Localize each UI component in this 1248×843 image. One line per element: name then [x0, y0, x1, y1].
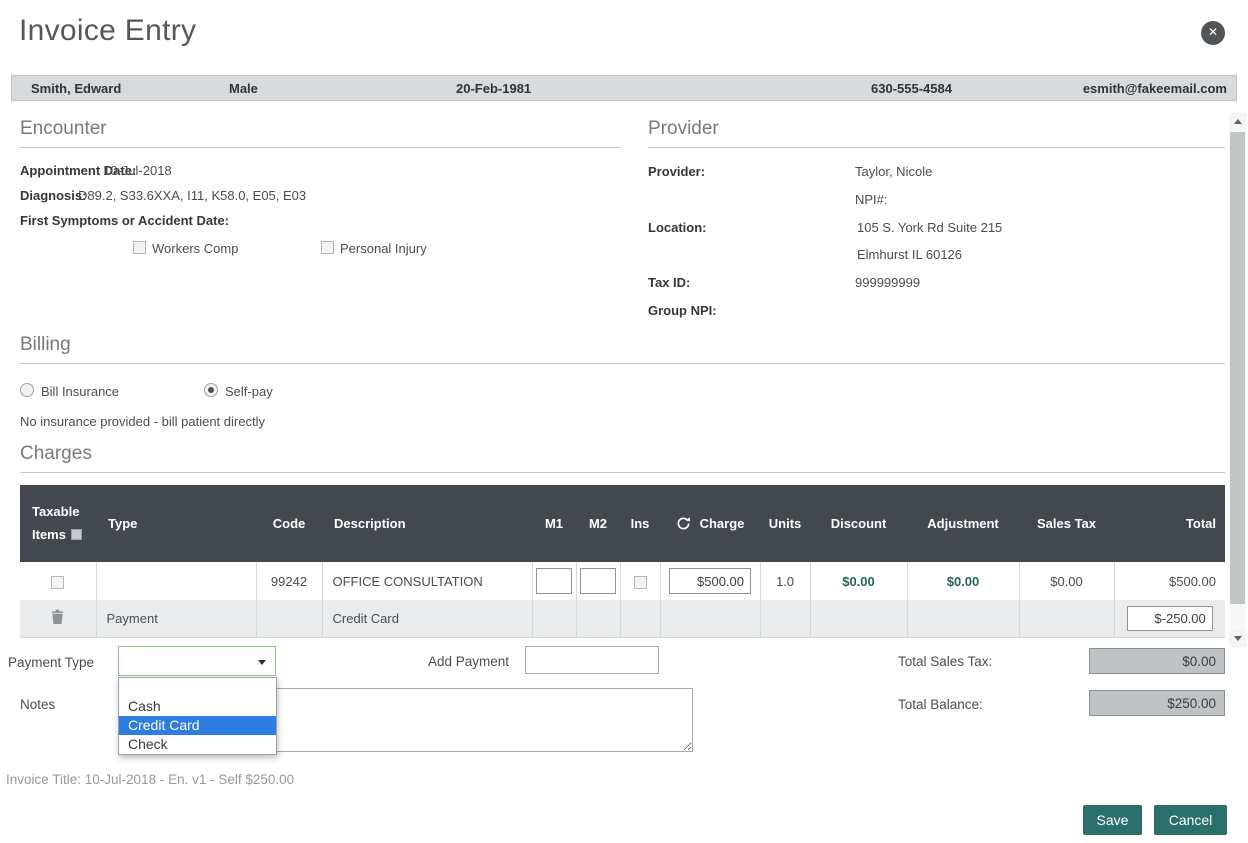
discount-link[interactable]: $0.00 [842, 574, 875, 589]
first-symptoms-label: First Symptoms or Accident Date: [20, 213, 229, 228]
col-charge: Charge [700, 516, 745, 531]
col-ins: Ins [620, 485, 660, 562]
workers-comp-checkbox[interactable] [133, 241, 146, 254]
patient-name: Smith, Edward [31, 81, 121, 96]
select-caret-icon [258, 660, 266, 665]
payment-total-input[interactable] [1127, 606, 1213, 631]
payment-type-cell: Payment [96, 600, 256, 637]
delete-payment-trash-icon[interactable] [51, 609, 64, 625]
self-pay-label: Self-pay [225, 384, 273, 399]
self-pay-radio[interactable] [204, 383, 218, 397]
personal-injury-label: Personal Injury [340, 241, 427, 256]
tax-id-label: Tax ID: [648, 275, 690, 290]
ins-checkbox[interactable] [634, 576, 647, 589]
charge-amount-input[interactable] [669, 568, 751, 594]
total-balance-label: Total Balance: [898, 697, 983, 712]
workers-comp-label: Workers Comp [152, 241, 238, 256]
provider-npi-label: NPI#: [855, 192, 888, 207]
col-m2: M2 [576, 485, 620, 562]
dropdown-option-credit-card[interactable]: Credit Card [119, 716, 276, 735]
personal-injury-checkbox[interactable] [321, 241, 334, 254]
charge-code-cell: 99242 [256, 562, 322, 600]
page-title: Invoice Entry [19, 14, 196, 48]
bill-insurance-label: Bill Insurance [41, 384, 119, 399]
charge-type-cell [96, 562, 256, 600]
diagnosis-label: Diagnosis: [20, 188, 86, 203]
col-type: Type [96, 485, 256, 562]
vertical-scrollbar[interactable] [1229, 113, 1246, 647]
total-sales-tax-field [1089, 648, 1225, 674]
cancel-button[interactable]: Cancel [1154, 805, 1227, 835]
payment-type-select[interactable] [118, 646, 276, 676]
charges-table: Taxable Items Type Code Description M1 M… [20, 485, 1225, 638]
scrollbar-thumb[interactable] [1230, 132, 1245, 604]
col-m1: M1 [532, 485, 576, 562]
close-button[interactable]: ✕ [1201, 21, 1225, 45]
scroll-down-button[interactable] [1229, 630, 1246, 647]
charges-header-row: Taxable Items Type Code Description M1 M… [20, 485, 1225, 562]
m2-input[interactable] [580, 568, 616, 594]
adjustment-link[interactable]: $0.00 [947, 574, 980, 589]
add-payment-label: Add Payment [428, 654, 509, 669]
dropdown-option-check[interactable]: Check [119, 735, 276, 754]
group-npi-label: Group NPI: [648, 303, 717, 318]
total-balance-field [1089, 690, 1225, 716]
payment-description-cell: Credit Card [322, 600, 532, 637]
patient-summary-bar: Smith, Edward Male 20-Feb-1981 630-555-4… [11, 75, 1237, 101]
total-sales-tax-label: Total Sales Tax: [898, 654, 992, 669]
payment-code-cell [256, 600, 322, 637]
tax-id-value: 999999999 [855, 275, 920, 290]
payment-type-label: Payment Type [8, 655, 94, 670]
provider-name: Taylor, Nicole [855, 164, 932, 179]
total-cell: $500.00 [1114, 562, 1225, 600]
charge-description-cell: OFFICE CONSULTATION [322, 562, 532, 600]
invoice-entry-modal: Invoice Entry ✕ Smith, Edward Male 20-Fe… [0, 0, 1248, 843]
charges-heading: Charges [20, 443, 1225, 473]
m1-input[interactable] [536, 568, 572, 594]
billing-heading: Billing [20, 334, 1225, 364]
encounter-heading: Encounter [20, 118, 620, 148]
col-sales-tax: Sales Tax [1019, 485, 1114, 562]
notes-label: Notes [20, 697, 55, 712]
appointment-date-value: 10-Jul-2018 [103, 163, 172, 178]
patient-phone: 630-555-4584 [871, 81, 952, 96]
payment-type-dropdown: Cash Credit Card Check [118, 677, 277, 755]
col-adjustment: Adjustment [907, 485, 1019, 562]
invoice-title-text: Invoice Title: 10-Jul-2018 - En. v1 - Se… [6, 772, 294, 787]
charge-row: 99242 OFFICE CONSULTATION 1.0 $0.00 $0.0… [20, 562, 1225, 600]
save-button[interactable]: Save [1083, 805, 1142, 835]
add-payment-input[interactable] [525, 646, 659, 674]
provider-heading: Provider [648, 118, 1225, 148]
provider-label: Provider: [648, 164, 705, 179]
taxable-items-select-all-checkbox[interactable] [71, 529, 82, 540]
col-discount: Discount [810, 485, 907, 562]
col-total: Total [1114, 485, 1225, 562]
col-code: Code [256, 485, 322, 562]
sales-tax-cell: $0.00 [1019, 562, 1114, 600]
close-icon: ✕ [1208, 25, 1218, 39]
scroll-down-icon [1234, 636, 1242, 641]
bill-insurance-radio[interactable] [20, 383, 34, 397]
refresh-icon[interactable] [676, 516, 691, 531]
col-description: Description [322, 485, 532, 562]
scroll-up-icon [1234, 119, 1242, 124]
billing-note: No insurance provided - bill patient dir… [20, 414, 265, 429]
location-line1: 105 S. York Rd Suite 215 [857, 220, 1002, 235]
patient-dob: 20-Feb-1981 [456, 81, 531, 96]
payment-row: Payment Credit Card [20, 600, 1225, 637]
patient-sex: Male [229, 81, 258, 96]
row-taxable-checkbox[interactable] [51, 576, 64, 589]
dropdown-option-blank[interactable] [119, 678, 276, 697]
diagnosis-value: D89.2, S33.6XXA, I11, K58.0, E05, E03 [78, 188, 306, 203]
location-label: Location: [648, 220, 707, 235]
units-cell: 1.0 [760, 562, 810, 600]
scroll-up-button[interactable] [1229, 113, 1246, 130]
patient-email: esmith@fakeemail.com [1083, 81, 1227, 96]
location-line2: Elmhurst IL 60126 [857, 247, 962, 262]
col-units: Units [760, 485, 810, 562]
dropdown-option-cash[interactable]: Cash [119, 697, 276, 716]
